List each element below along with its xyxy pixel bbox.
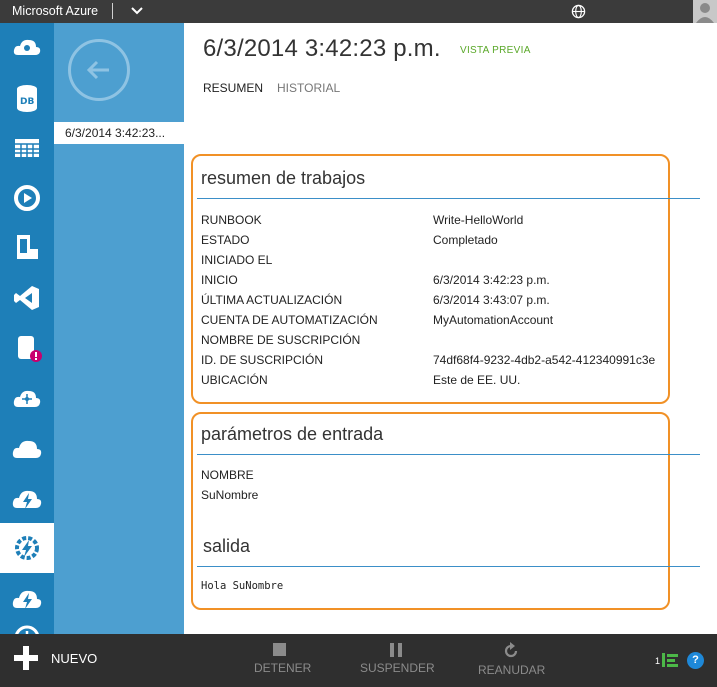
tab-summary[interactable]: RESUMEN bbox=[203, 81, 263, 95]
automation-icon bbox=[15, 536, 39, 560]
param-name: NOMBRE bbox=[201, 468, 254, 482]
suspend-button[interactable]: SUSPENDER bbox=[360, 642, 435, 675]
output-text: Hola SuNombre bbox=[201, 580, 284, 592]
summary-value: Este de EE. UU. bbox=[433, 373, 521, 387]
status-bars-icon[interactable] bbox=[662, 653, 678, 667]
cloud-bolt-icon bbox=[12, 490, 42, 509]
job-summary-title: resumen de trabajos bbox=[201, 168, 366, 188]
media-services-icon bbox=[14, 185, 40, 211]
pause-icon bbox=[390, 643, 402, 657]
sql-databases-icon: DB bbox=[17, 85, 37, 112]
summary-value: 6/3/2014 3:43:07 p.m. bbox=[433, 293, 550, 307]
table-storage-icon bbox=[15, 139, 39, 157]
suspend-label: SUSPENDER bbox=[360, 661, 435, 675]
preview-badge: VISTA PREVIA bbox=[460, 45, 531, 56]
resume-label: REANUDAR bbox=[478, 663, 546, 677]
nav-visual-studio[interactable] bbox=[0, 273, 54, 323]
summary-value: 74df68f4-9232-4db2-a542-412340991c3e bbox=[433, 353, 656, 367]
stop-button[interactable]: DETENER bbox=[254, 642, 311, 675]
cloud-bolt-2-icon bbox=[12, 590, 42, 609]
avatar[interactable] bbox=[693, 0, 717, 23]
item-list-panel: 6/3/2014 3:42:23... bbox=[54, 23, 184, 634]
svg-text:DB: DB bbox=[20, 97, 34, 107]
help-button[interactable]: ? bbox=[687, 652, 704, 669]
nav-mobile-services[interactable] bbox=[0, 223, 54, 273]
list-item-selected[interactable]: 6/3/2014 3:42:23... bbox=[54, 122, 184, 144]
summary-label: ESTADO bbox=[201, 233, 250, 247]
mobile-services-icon bbox=[17, 235, 38, 259]
nav-hdinsight[interactable] bbox=[0, 323, 54, 373]
summary-value: Write-HelloWorld bbox=[433, 213, 524, 227]
section-divider bbox=[197, 566, 700, 567]
summary-label: CUENTA DE AUTOMATIZACIÓN bbox=[201, 313, 378, 327]
cloud-services-icon bbox=[13, 39, 41, 55]
new-button[interactable]: NUEVO bbox=[14, 646, 97, 670]
summary-value: MyAutomationAccount bbox=[433, 313, 554, 327]
summary-label: ÚLTIMA ACTUALIZACIÓN bbox=[201, 293, 343, 307]
visual-studio-icon bbox=[14, 286, 39, 310]
command-bar: NUEVO DETENER SUSPENDER REANUDAR 1 ? bbox=[0, 634, 717, 687]
tab-history[interactable]: HISTORIAL bbox=[277, 81, 340, 95]
nav-automation[interactable] bbox=[0, 523, 54, 573]
status-count: 1 bbox=[655, 656, 661, 666]
nav-cloud[interactable] bbox=[0, 423, 54, 473]
section-divider bbox=[197, 198, 700, 199]
nav-service-bus[interactable] bbox=[0, 373, 54, 423]
summary-label: RUNBOOK bbox=[201, 213, 262, 227]
output-title: salida bbox=[203, 536, 251, 556]
summary-label: UBICACIÓN bbox=[201, 373, 268, 387]
param-value: SuNombre bbox=[201, 488, 259, 502]
back-arrow-icon bbox=[86, 60, 109, 80]
stop-icon bbox=[273, 643, 286, 656]
section-divider bbox=[197, 454, 700, 455]
top-bar: Microsoft Azure bbox=[0, 0, 717, 23]
nav-cloud-services[interactable] bbox=[0, 23, 54, 73]
user-icon bbox=[696, 3, 714, 23]
summary-label: ID. DE SUSCRIPCIÓN bbox=[201, 353, 324, 367]
stop-label: DETENER bbox=[254, 661, 312, 675]
chevron-down-icon[interactable] bbox=[130, 5, 144, 17]
nav-storage[interactable] bbox=[0, 123, 54, 173]
nav-sql-databases[interactable]: DB bbox=[0, 73, 54, 123]
brand-label[interactable]: Microsoft Azure bbox=[12, 4, 98, 18]
service-bus-icon bbox=[13, 390, 41, 407]
divider bbox=[112, 3, 113, 19]
input-params-title: parámetros de entrada bbox=[201, 424, 384, 444]
cloud-icon bbox=[12, 440, 42, 458]
summary-label: NOMBRE DE SUSCRIPCIÓN bbox=[201, 333, 361, 347]
new-button-label: NUEVO bbox=[51, 650, 98, 666]
left-nav: DB bbox=[0, 23, 54, 651]
summary-label: INICIADO EL bbox=[201, 253, 273, 267]
resume-button[interactable]: REANUDAR bbox=[478, 642, 546, 677]
hdinsight-icon bbox=[18, 336, 42, 362]
nav-media-services[interactable] bbox=[0, 173, 54, 223]
back-button[interactable] bbox=[68, 39, 130, 101]
summary-value: Completado bbox=[433, 233, 498, 247]
refresh-icon bbox=[504, 642, 518, 658]
globe-icon[interactable] bbox=[571, 4, 586, 19]
plus-icon bbox=[14, 646, 38, 670]
nav-cloud-bolt[interactable] bbox=[0, 473, 54, 523]
summary-label: INICIO bbox=[201, 273, 238, 287]
summary-value: 6/3/2014 3:42:23 p.m. bbox=[433, 273, 550, 287]
page-title: 6/3/2014 3:42:23 p.m. bbox=[203, 35, 441, 62]
